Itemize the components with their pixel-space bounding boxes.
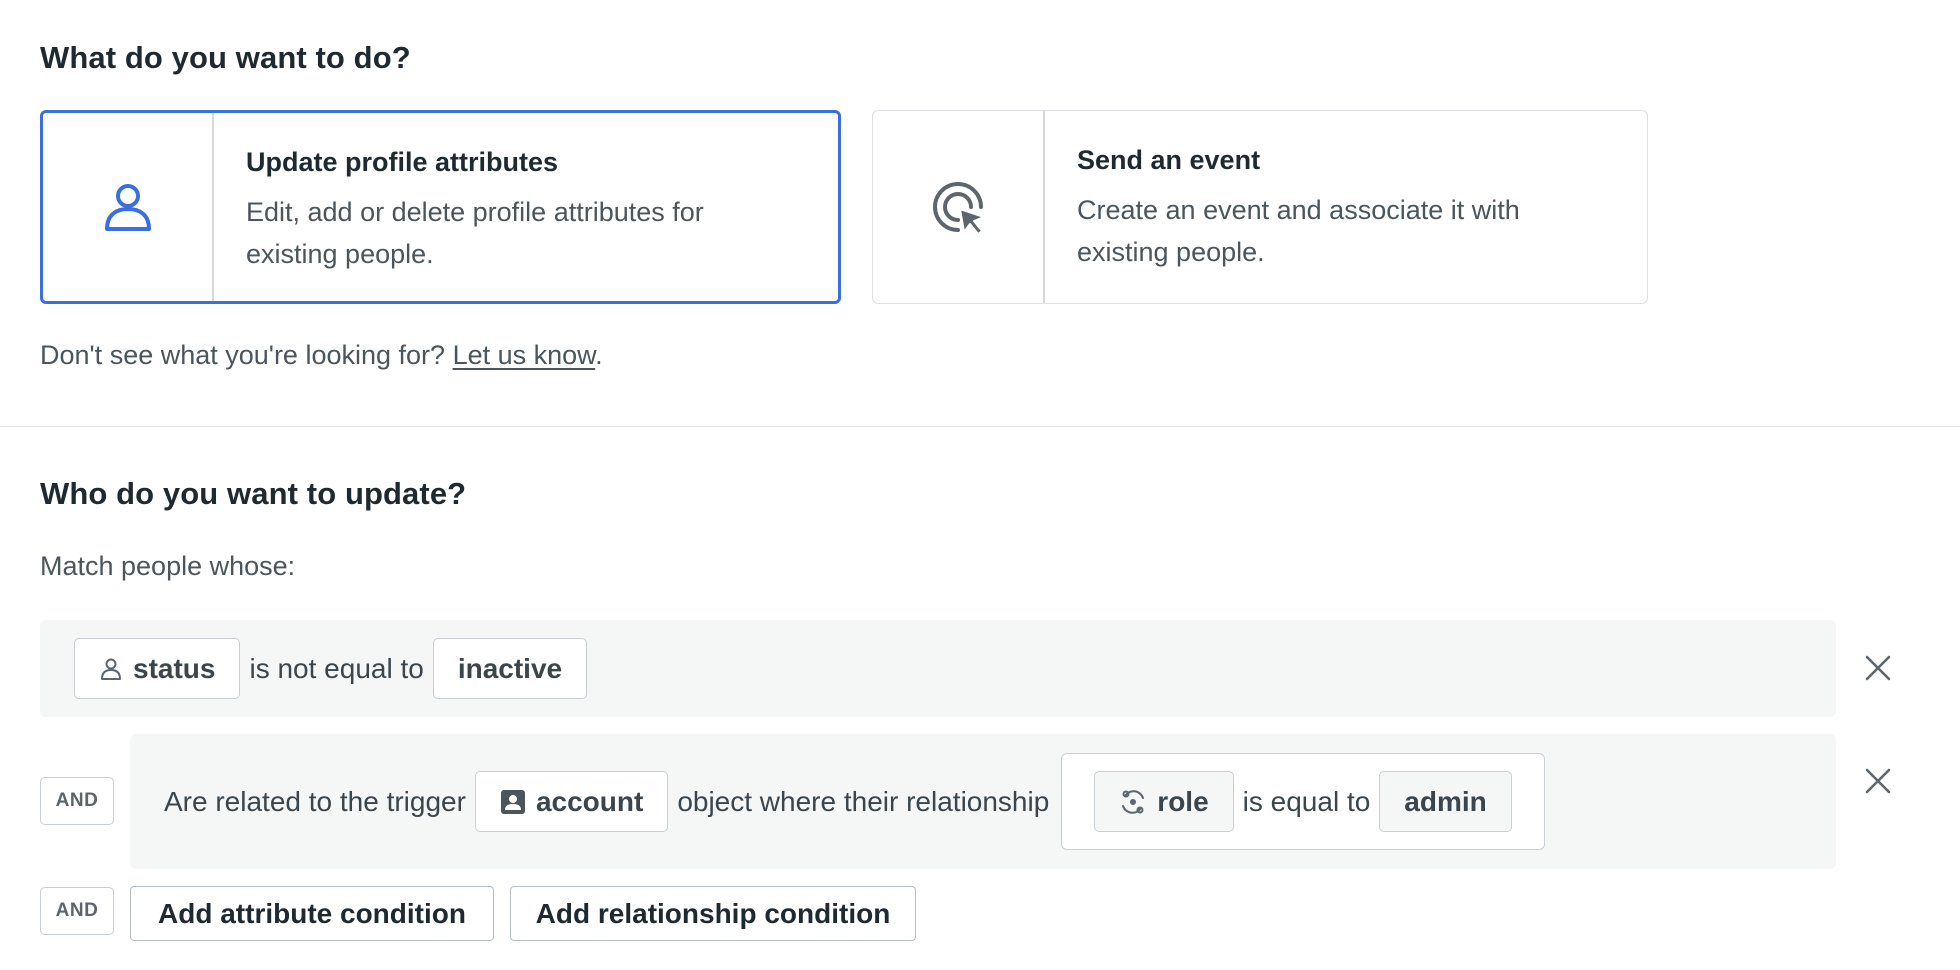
- remove-condition-button[interactable]: [1858, 648, 1898, 688]
- card-send-event[interactable]: Send an event Create an event and associ…: [872, 110, 1648, 304]
- relationship-icon: [1122, 789, 1145, 814]
- and-badge: AND: [40, 887, 114, 935]
- operator-text[interactable]: is not equal to: [249, 653, 423, 685]
- add-attribute-condition-button[interactable]: Add attribute condition: [130, 886, 494, 941]
- contact-card-icon: [500, 789, 525, 814]
- relationship-prefix-text: Are related to the trigger: [164, 785, 466, 817]
- card-icon-column: [43, 113, 214, 301]
- card-icon-column: [873, 111, 1045, 303]
- card-update-profile-attributes[interactable]: Update profile attributes Edit, add or d…: [40, 110, 841, 304]
- relationship-value-text: admin: [1404, 785, 1487, 817]
- condition-row-relationship: Are related to the trigger account objec…: [130, 734, 1836, 869]
- relationship-condition-box: role is equal to admin: [1061, 753, 1545, 850]
- condition-row-attribute: status is not equal to inactive: [40, 620, 1836, 717]
- section-title-action: What do you want to do?: [40, 40, 411, 75]
- card-title: Send an event: [1077, 145, 1261, 175]
- object-selector-account[interactable]: account: [474, 771, 669, 832]
- object-name: account: [535, 785, 644, 817]
- help-text-prefix: Don't see what you're looking for?: [40, 340, 446, 370]
- relationship-operator-text[interactable]: is equal to: [1243, 786, 1371, 818]
- let-us-know-link[interactable]: Let us know: [453, 340, 596, 370]
- match-label: Match people whose:: [40, 551, 296, 581]
- relationship-value-field-admin[interactable]: admin: [1379, 771, 1512, 832]
- section-divider: [0, 426, 1960, 427]
- add-relationship-condition-button[interactable]: Add relationship condition: [510, 886, 916, 941]
- help-text-suffix: .: [595, 340, 603, 370]
- card-description: Edit, add or delete profile attributes f…: [246, 197, 704, 269]
- section-title-who: Who do you want to update?: [40, 476, 467, 511]
- help-text: Don't see what you're looking for? Let u…: [40, 340, 603, 371]
- value-text: inactive: [457, 652, 563, 684]
- card-description: Create an event and associate it with ex…: [1077, 195, 1520, 267]
- relationship-attribute-name: role: [1157, 785, 1209, 817]
- close-icon: [1865, 768, 1891, 794]
- card-title: Update profile attributes: [246, 147, 559, 177]
- close-icon: [1865, 655, 1891, 681]
- and-badge: AND: [40, 777, 114, 825]
- person-icon: [104, 184, 151, 231]
- cursor-click-icon: [933, 182, 985, 235]
- person-icon: [101, 658, 121, 680]
- value-field-inactive[interactable]: inactive: [432, 638, 588, 699]
- relationship-middle-text: object where their relationship: [677, 785, 1050, 817]
- relationship-attribute-selector-role[interactable]: role: [1094, 771, 1234, 832]
- attribute-name: status: [133, 652, 216, 684]
- attribute-selector-status[interactable]: status: [74, 638, 241, 699]
- remove-condition-button[interactable]: [1858, 761, 1898, 801]
